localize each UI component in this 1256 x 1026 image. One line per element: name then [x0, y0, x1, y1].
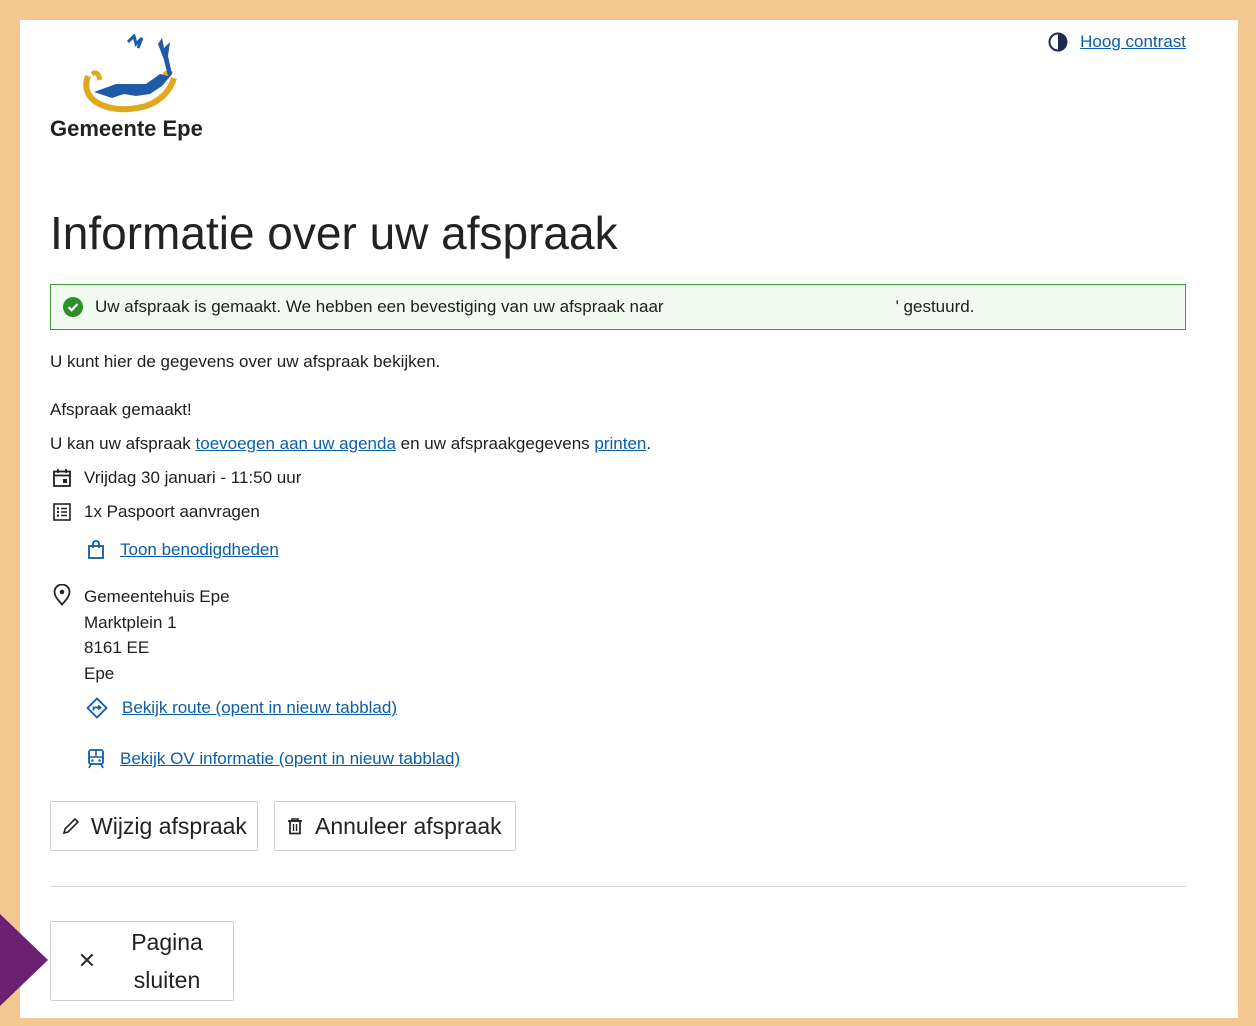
page-title: Informatie over uw afspraak — [50, 207, 618, 259]
contrast-icon — [1048, 32, 1068, 52]
route-link[interactable]: Bekijk route (opent in nieuw tabblad) — [122, 698, 397, 718]
edit-appointment-label: Wijzig afspraak — [91, 812, 247, 839]
logo[interactable]: Gemeente Epe — [50, 34, 220, 144]
focus-marker — [0, 914, 48, 1006]
appointment-datetime: Vrijdag 30 januari - 11:50 uur — [52, 468, 301, 488]
sentence-middle: en uw afspraakgegevens — [395, 434, 595, 453]
close-label-line1: Pagina — [131, 929, 203, 955]
brand-name: Gemeente Epe — [50, 116, 203, 141]
alert-text-end: ' gestuurd. — [895, 297, 975, 316]
list-icon — [53, 503, 71, 521]
check-circle-icon — [63, 297, 83, 317]
sentence-prefix: U kan uw afspraak — [50, 434, 196, 453]
location-postcode: 8161 EE — [84, 638, 150, 657]
agenda-print-sentence: U kan uw afspraak toevoegen aan uw agend… — [50, 434, 651, 454]
deer-logo-icon — [83, 34, 177, 113]
trash-icon — [288, 818, 302, 835]
edit-appointment-button[interactable]: Wijzig afspraak — [50, 801, 258, 851]
location-pin-icon — [53, 584, 71, 606]
shopping-bag-icon — [88, 540, 104, 559]
datetime-text: Vrijdag 30 januari - 11:50 uur — [84, 468, 302, 487]
add-to-agenda-link[interactable]: toevoegen aan uw agenda — [196, 434, 396, 453]
directions-icon — [86, 697, 108, 719]
location-address: Gemeentehuis Epe Marktplein 1 8161 EE Ep… — [84, 584, 230, 686]
high-contrast-link[interactable]: Hoog contrast — [1080, 32, 1186, 52]
appointment-product: 1x Paspoort aanvragen — [52, 502, 260, 522]
cancel-appointment-label: Annuleer afspraak — [315, 812, 502, 839]
high-contrast-toggle[interactable]: Hoog contrast — [1048, 32, 1186, 52]
success-alert: Uw afspraak is gemaakt. We hebben een be… — [50, 284, 1186, 330]
pencil-icon — [62, 817, 80, 835]
close-page-label: Pagina sluiten — [117, 923, 217, 999]
product-text: 1x Paspoort aanvragen — [84, 502, 260, 521]
close-page-button[interactable]: ✕ Pagina sluiten — [50, 921, 234, 1001]
show-requirements-link[interactable]: Toon benodigdheden — [120, 540, 279, 560]
requirements-item[interactable]: Toon benodigdheden — [86, 540, 279, 560]
page-frame: Gemeente Epe Hoog contrast Informatie ov… — [20, 20, 1238, 1018]
cancel-appointment-button[interactable]: Annuleer afspraak — [274, 801, 516, 851]
close-label-line2: sluiten — [133, 967, 201, 993]
location-street: Marktplein 1 — [84, 612, 177, 632]
location-name: Gemeentehuis Epe — [84, 587, 230, 606]
ov-item[interactable]: Bekijk OV informatie (opent in nieuw tab… — [86, 748, 460, 770]
sentence-suffix: . — [646, 434, 652, 453]
close-icon: ✕ — [77, 948, 97, 973]
alert-text-start: Uw afspraak is gemaakt. We hebben een be… — [95, 297, 664, 316]
made-heading: Afspraak gemaakt! — [50, 400, 192, 419]
calendar-icon — [53, 469, 71, 487]
intro-text: U kunt hier de gegevens over uw afspraak… — [50, 352, 441, 371]
divider — [50, 886, 1186, 887]
ov-info-link[interactable]: Bekijk OV informatie (opent in nieuw tab… — [120, 749, 460, 769]
train-icon — [88, 749, 104, 769]
route-item[interactable]: Bekijk route (opent in nieuw tabblad) — [86, 697, 397, 719]
print-link[interactable]: printen — [594, 434, 646, 453]
location-city: Epe — [84, 663, 115, 683]
